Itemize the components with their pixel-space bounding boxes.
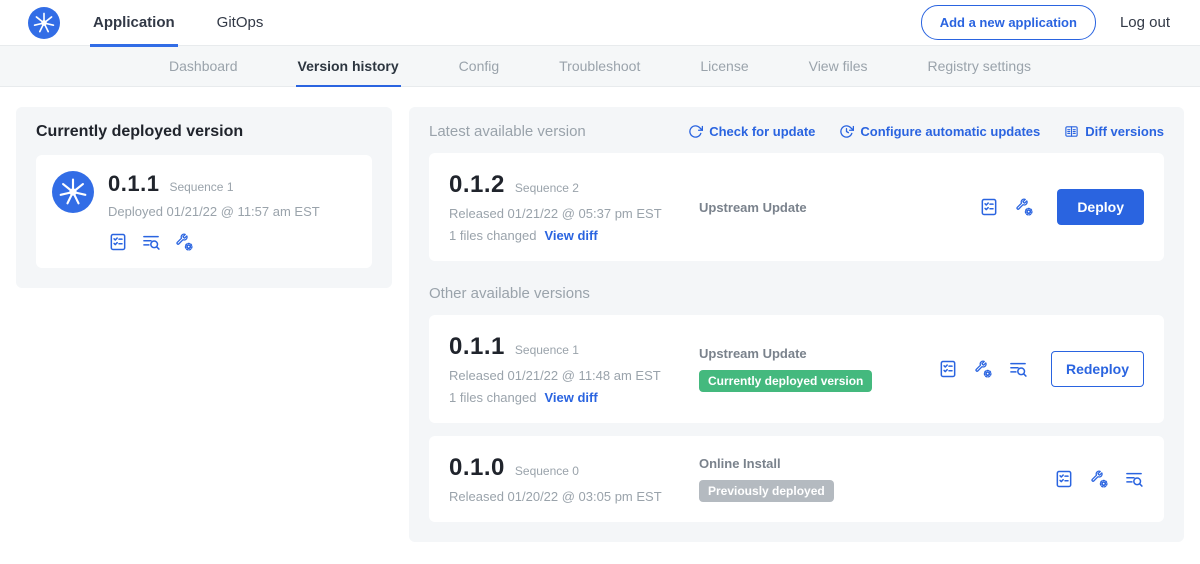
deployed-panel-title: Currently deployed version [36, 123, 372, 141]
previously-deployed-badge: Previously deployed [699, 480, 834, 502]
app-subnav: Dashboard Version history Config Trouble… [0, 46, 1200, 87]
logs-magnifier-icon[interactable] [1008, 359, 1028, 379]
redeploy-button[interactable]: Redeploy [1051, 351, 1144, 387]
version-actions: Deploy [979, 189, 1144, 225]
version-source-block: Online Install Previously deployed [699, 456, 1054, 502]
version-info: 0.1.0 Sequence 0 Released 01/20/22 @ 03:… [449, 454, 699, 504]
subnav-registry-settings[interactable]: Registry settings [926, 46, 1033, 87]
configure-automatic-updates-link[interactable]: Configure automatic updates [839, 124, 1040, 139]
version-info: 0.1.1 Sequence 1 Released 01/21/22 @ 11:… [449, 333, 699, 405]
subnav-version-history[interactable]: Version history [296, 46, 401, 87]
kubernetes-helm-icon [31, 10, 57, 36]
version-source-block: Upstream Update Currently deployed versi… [699, 346, 938, 392]
subnav-config[interactable]: Config [457, 46, 501, 87]
version-history-panel: Latest available version Check for updat… [409, 107, 1184, 542]
released-timestamp: Released 01/20/22 @ 03:05 pm EST [449, 489, 699, 504]
latest-available-title: Latest available version [429, 123, 586, 140]
released-timestamp: Released 01/21/22 @ 05:37 pm EST [449, 206, 699, 221]
logs-magnifier-icon[interactable] [1124, 469, 1144, 489]
deployed-version-number: 0.1.1 [108, 171, 159, 197]
deploy-button[interactable]: Deploy [1057, 189, 1144, 225]
other-versions-title: Other available versions [429, 285, 1164, 302]
version-card-0-1-2: 0.1.2 Sequence 2 Released 01/21/22 @ 05:… [429, 153, 1164, 261]
version-source: Upstream Update [699, 346, 938, 361]
config-wrench-icon[interactable] [973, 359, 993, 379]
config-wrench-icon[interactable] [1089, 469, 1109, 489]
version-number: 0.1.2 [449, 171, 505, 199]
configure-automatic-updates-label: Configure automatic updates [860, 124, 1040, 139]
sequence-label: Sequence 0 [515, 464, 579, 478]
preflight-checklist-icon[interactable] [938, 359, 958, 379]
subnav-license[interactable]: License [698, 46, 750, 87]
latest-available-header: Latest available version Check for updat… [429, 123, 1164, 140]
subnav-troubleshoot[interactable]: Troubleshoot [557, 46, 642, 87]
tab-gitops[interactable]: GitOps [214, 0, 267, 46]
deployed-version-info: 0.1.1 Sequence 1 Deployed 01/21/22 @ 11:… [108, 171, 320, 252]
diff-versions-label: Diff versions [1085, 124, 1164, 139]
logout-button[interactable]: Log out [1120, 14, 1170, 31]
kubernetes-helm-icon [56, 175, 90, 209]
update-actions: Check for update Configure automatic upd… [688, 124, 1164, 139]
version-number: 0.1.1 [449, 333, 505, 361]
diff-columns-icon [1064, 124, 1079, 139]
currently-deployed-badge: Currently deployed version [699, 370, 872, 392]
view-diff-link[interactable]: View diff [544, 390, 597, 405]
app-icon [52, 171, 94, 213]
check-for-update-label: Check for update [709, 124, 815, 139]
files-changed-label: 1 files changed [449, 228, 536, 243]
preflight-checklist-icon[interactable] [108, 232, 128, 252]
files-changed-label: 1 files changed [449, 390, 536, 405]
diff-versions-link[interactable]: Diff versions [1064, 124, 1164, 139]
version-source-block: Upstream Update [699, 200, 979, 215]
deployed-version-card: 0.1.1 Sequence 1 Deployed 01/21/22 @ 11:… [36, 155, 372, 268]
released-timestamp: Released 01/21/22 @ 11:48 am EST [449, 368, 699, 383]
version-actions: Redeploy [938, 351, 1144, 387]
deployed-action-icons [108, 232, 320, 252]
version-number: 0.1.0 [449, 454, 505, 482]
version-card-0-1-1: 0.1.1 Sequence 1 Released 01/21/22 @ 11:… [429, 315, 1164, 423]
auto-update-clock-icon [839, 124, 854, 139]
tab-application[interactable]: Application [90, 0, 178, 46]
preflight-checklist-icon[interactable] [979, 197, 999, 217]
tab-application-label: Application [93, 14, 175, 31]
version-info: 0.1.2 Sequence 2 Released 01/21/22 @ 05:… [449, 171, 699, 243]
kubernetes-logo [28, 7, 60, 39]
version-actions [1054, 469, 1144, 489]
subnav-dashboard[interactable]: Dashboard [167, 46, 240, 87]
deployed-timestamp: Deployed 01/21/22 @ 11:57 am EST [108, 204, 320, 219]
check-for-update-link[interactable]: Check for update [688, 124, 815, 139]
version-source: Upstream Update [699, 200, 979, 215]
sequence-label: Sequence 2 [515, 181, 579, 195]
version-source: Online Install [699, 456, 1054, 471]
config-wrench-icon[interactable] [1014, 197, 1034, 217]
sequence-label: Sequence 1 [515, 343, 579, 357]
add-application-button[interactable]: Add a new application [921, 5, 1096, 40]
currently-deployed-panel: Currently deployed version 0.1.1 Sequenc… [16, 107, 392, 288]
header-right: Add a new application Log out [921, 5, 1170, 40]
top-header: Application GitOps Add a new application… [0, 0, 1200, 46]
preflight-checklist-icon[interactable] [1054, 469, 1074, 489]
view-diff-link[interactable]: View diff [544, 228, 597, 243]
version-card-0-1-0: 0.1.0 Sequence 0 Released 01/20/22 @ 03:… [429, 436, 1164, 522]
refresh-icon [688, 124, 703, 139]
deployed-sequence-label: Sequence 1 [169, 180, 233, 194]
main-content: Currently deployed version 0.1.1 Sequenc… [0, 87, 1200, 562]
config-wrench-icon[interactable] [174, 232, 194, 252]
tab-gitops-label: GitOps [217, 14, 264, 31]
subnav-view-files[interactable]: View files [807, 46, 870, 87]
logs-magnifier-icon[interactable] [141, 232, 161, 252]
